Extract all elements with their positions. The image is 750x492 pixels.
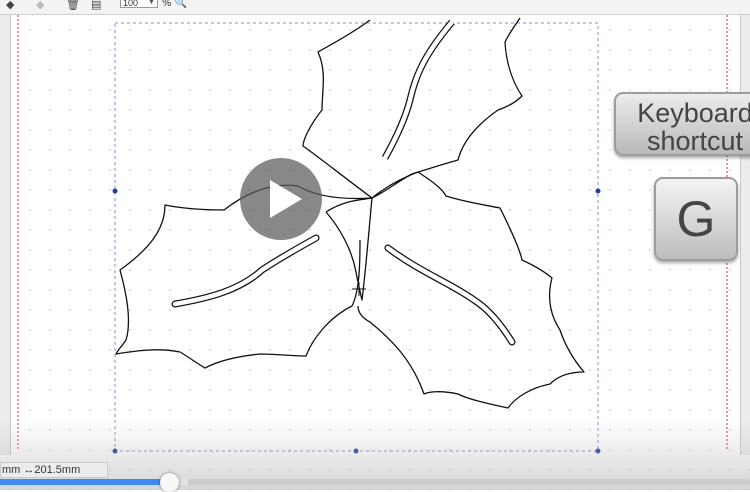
pen-tool-icon[interactable]: ◆ xyxy=(6,0,14,12)
grid-dots xyxy=(0,15,750,490)
trash-icon[interactable]: 🗑 xyxy=(66,0,80,12)
seek-handle[interactable] xyxy=(159,473,179,492)
node-icon[interactable]: ◆ xyxy=(36,0,44,12)
chevron-down-icon[interactable]: ▼ xyxy=(148,0,155,6)
handle-right-mid xyxy=(595,188,601,194)
ruler-left xyxy=(0,15,11,455)
toolbar: ◆ ◆ 🗑 ▤ 100 ▼ % 🔍 xyxy=(0,0,750,15)
seek-progress xyxy=(0,479,169,485)
zoom-unit-label: % 🔍 xyxy=(162,0,188,9)
width-readout: ↔201.5mm xyxy=(23,464,81,476)
play-icon xyxy=(270,180,302,218)
shortcut-label: Keyboard shortcut xyxy=(637,98,750,156)
ruler-right xyxy=(740,15,750,455)
keyboard-shortcut-badge: Keyboard shortcut xyxy=(614,92,750,156)
status-bar: mm ↔201.5mm xyxy=(0,462,108,478)
status-unit: mm xyxy=(2,464,21,476)
align-icon[interactable]: ▤ xyxy=(91,0,101,12)
play-button[interactable] xyxy=(240,158,322,240)
design-canvas[interactable] xyxy=(0,15,750,490)
shortcut-key-g: G xyxy=(654,177,738,261)
zoom-icon[interactable]: 🔍 xyxy=(175,0,187,9)
handle-left-mid xyxy=(112,188,118,194)
